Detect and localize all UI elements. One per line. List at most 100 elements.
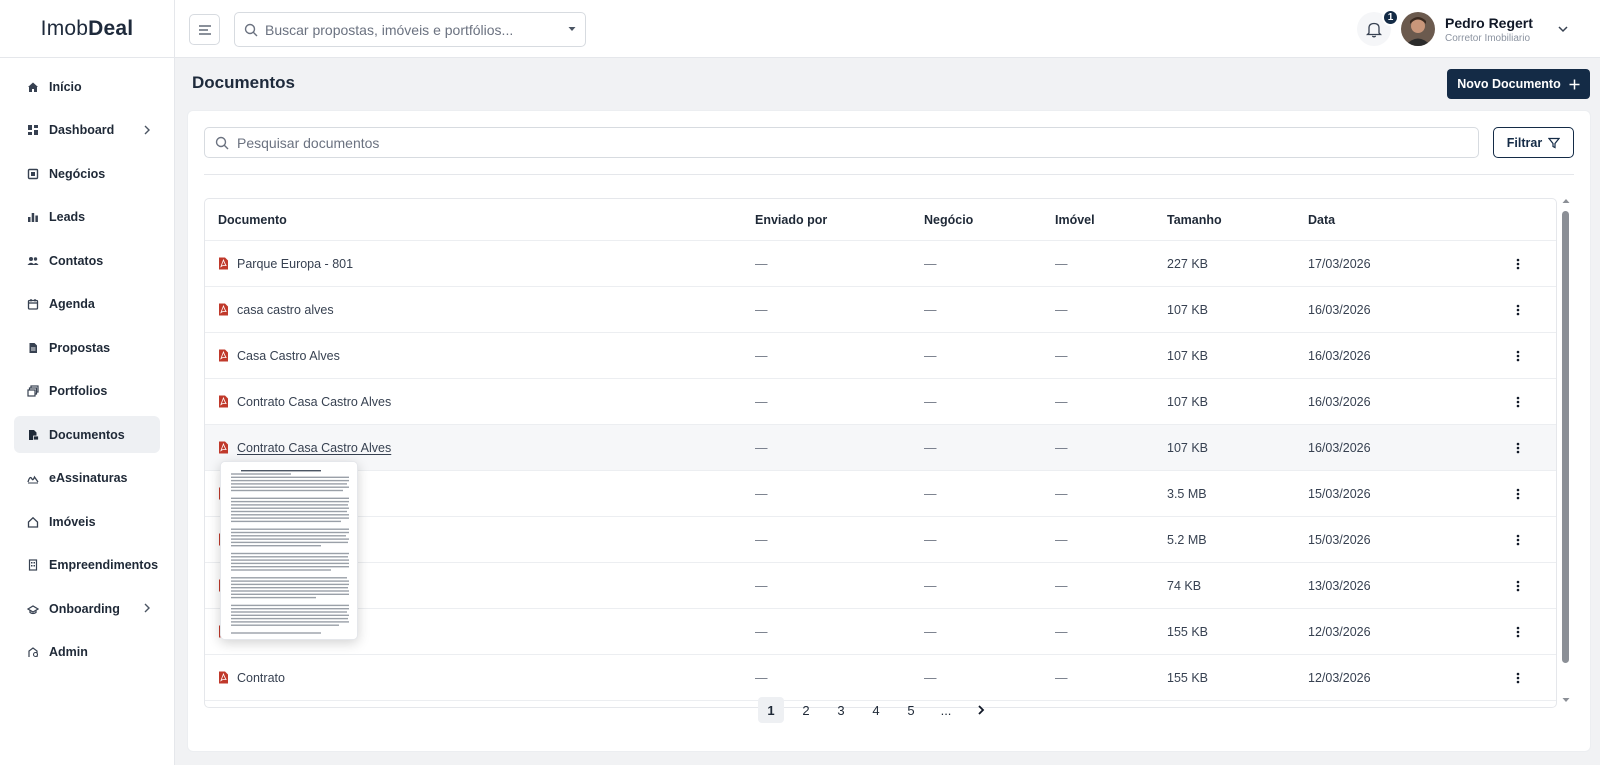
column-header-tamanho[interactable]: Tamanho [1167, 199, 1222, 240]
column-header-data[interactable]: Data [1308, 199, 1335, 240]
sidebar-item-label: Dashboard [49, 123, 115, 137]
sidebar-item-imoveis[interactable]: Imóveis [14, 503, 160, 540]
sidebar-item-admin[interactable]: Admin [14, 634, 160, 671]
column-header-imovel[interactable]: Imóvel [1055, 199, 1095, 240]
sidebar-item-label: Propostas [49, 340, 111, 355]
sidebar-item-portfolios[interactable]: Portfolios [14, 373, 160, 410]
document-name-cell[interactable]: casa castro alves [218, 287, 334, 332]
row-actions-button[interactable] [1508, 379, 1528, 424]
plus-icon [1569, 79, 1580, 89]
page-button-2[interactable]: 2 [793, 697, 819, 723]
bell-icon [1366, 22, 1382, 37]
size-cell: 227 KB [1167, 256, 1209, 271]
date-cell: 12/03/2026 [1308, 670, 1371, 685]
document-name-cell[interactable]: Casa Castro Alves [218, 333, 340, 378]
next-page-button[interactable] [968, 697, 994, 723]
filter-button[interactable]: Filtrar [1493, 127, 1574, 158]
sidebar-item-propostas[interactable]: Propostas [14, 329, 160, 366]
document-name-cell[interactable]: Contrato Casa Castro Alves [218, 379, 391, 424]
row-actions-button[interactable] [1508, 471, 1528, 516]
row-actions-button[interactable] [1508, 241, 1528, 286]
date-cell: 13/03/2026 [1308, 578, 1371, 593]
global-search[interactable] [234, 12, 586, 47]
row-actions-button[interactable] [1508, 563, 1528, 608]
table-row[interactable]: o Antecipada Imóvel———74 KB13/03/2026 [205, 563, 1556, 609]
table-row[interactable]: Parque Europa - 801 — — — 227 KB 17/03/2026 [205, 241, 1556, 287]
page-button-4[interactable]: 4 [863, 697, 889, 723]
sidebar-item-eassinaturas[interactable]: eAssinaturas [14, 460, 160, 497]
row-actions-button[interactable] [1508, 609, 1528, 654]
app-logo[interactable]: Imob Deal [0, 0, 174, 58]
property-cell: — [1055, 348, 1068, 363]
document-name[interactable]: Contrato Casa Castro Alves [237, 441, 391, 455]
row-actions-button[interactable] [1508, 333, 1528, 378]
filter-icon [1548, 137, 1561, 148]
document-name[interactable]: Contrato Casa Castro Alves [237, 395, 391, 409]
sidebar-item-contatos[interactable]: Contatos [14, 242, 160, 279]
user-photo [1401, 12, 1435, 46]
sidebar-item-onboarding[interactable]: Onboarding [14, 590, 160, 627]
document-name[interactable]: Parque Europa - 801 [237, 257, 353, 271]
document-name[interactable]: casa castro alves [237, 303, 334, 317]
sidebar-item-negocios[interactable]: Negócios [14, 155, 160, 192]
page-button-5[interactable]: 5 [898, 697, 924, 723]
row-actions-button[interactable] [1508, 655, 1528, 700]
sidebar-item-agenda[interactable]: Agenda [14, 286, 160, 323]
global-search-input[interactable] [265, 21, 555, 38]
document-name[interactable]: Casa Castro Alves [237, 349, 340, 363]
hamburger-icon [198, 24, 211, 35]
table-row[interactable]: casa castro alves — — — 107 KB 16/03/2026 [205, 287, 1556, 333]
sidebar-item-label: Documentos [49, 427, 125, 442]
table-row[interactable]: — — — 5.2 MB 15/03/2026 [205, 517, 1556, 563]
row-actions-button[interactable] [1508, 517, 1528, 562]
sidebar-item-dashboard[interactable]: Dashboard [14, 112, 160, 149]
sidebar-item-leads[interactable]: Leads [14, 199, 160, 236]
document-name-cell[interactable]: Parque Europa - 801 [218, 241, 353, 286]
user-role: Corretor Imobiliario [1445, 33, 1531, 44]
more-vertical-icon [1516, 580, 1520, 591]
sender-cell: — [755, 670, 768, 685]
divider [204, 174, 1574, 175]
column-header-enviado-por[interactable]: Enviado por [755, 199, 827, 240]
table-row[interactable]: venda———155 KB12/03/2026 [205, 609, 1556, 655]
column-header-documento[interactable]: Documento [218, 199, 287, 240]
page-button-3[interactable]: 3 [828, 697, 854, 723]
table-row[interactable]: Contrato — — — 155 KB 12/03/2026 [205, 655, 1556, 701]
user-name[interactable]: Pedro Regert [1445, 15, 1533, 31]
more-vertical-icon [1516, 258, 1520, 269]
chevron-down-icon[interactable] [1556, 22, 1570, 36]
scrollbar-thumb[interactable] [1562, 211, 1569, 663]
table-header: Documento Enviado por Negócio Imóvel Tam… [205, 199, 1556, 241]
more-vertical-icon [1516, 304, 1520, 315]
sidebar-item-documentos[interactable]: Documentos [14, 416, 160, 453]
sidebar-nav: Início Dashboard Negócios Leads Contatos… [0, 58, 174, 671]
document-search[interactable] [204, 127, 1479, 158]
notifications-button[interactable]: 1 [1357, 9, 1399, 46]
new-document-button[interactable]: Novo Documento [1447, 69, 1590, 99]
column-header-negocio[interactable]: Negócio [924, 199, 973, 240]
size-cell: 155 KB [1167, 670, 1209, 685]
table-row[interactable]: Contrato Casa Castro Alves — — — 107 KB 16/03… [205, 379, 1556, 425]
table-row[interactable]: Contrato Casa Castro Alves — — — 107 KB 16/03… [205, 425, 1556, 471]
avatar[interactable] [1401, 12, 1435, 46]
deal-icon [26, 167, 40, 181]
property-cell: — [1055, 486, 1068, 501]
scroll-up-arrow-icon[interactable] [1562, 198, 1570, 204]
menu-toggle-button[interactable] [189, 14, 220, 45]
document-name[interactable]: Contrato [237, 671, 285, 685]
sidebar-item-empreendimentos[interactable]: Empreendimentos [14, 547, 160, 584]
logo-text-part2: Deal [88, 16, 134, 40]
sidebar-item-inicio[interactable]: Início [14, 68, 160, 105]
table-scrollbar[interactable] [1561, 198, 1571, 708]
scroll-down-arrow-icon[interactable] [1562, 697, 1570, 703]
caret-down-icon[interactable] [568, 26, 576, 32]
sidebar-item-label: Leads [49, 210, 86, 224]
page-button-1[interactable]: 1 [758, 697, 784, 723]
document-name-cell[interactable]: Contrato [218, 655, 285, 700]
row-actions-button[interactable] [1508, 287, 1528, 332]
table-row[interactable]: — — — 3.5 MB 15/03/2026 [205, 471, 1556, 517]
row-actions-button[interactable] [1508, 425, 1528, 470]
date-cell: 16/03/2026 [1308, 440, 1371, 455]
document-search-input[interactable] [237, 134, 1437, 151]
table-row[interactable]: Casa Castro Alves — — — 107 KB 16/03/2026 [205, 333, 1556, 379]
